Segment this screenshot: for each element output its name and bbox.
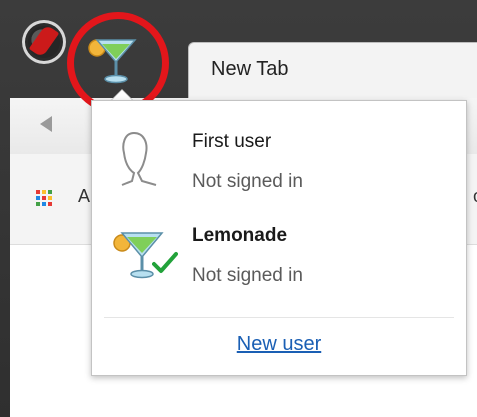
user-name: Lemonade [192, 225, 288, 246]
profile-switcher-popup: First user Not signed in Lemonade Not si… [91, 100, 467, 376]
apps-bookmark-label[interactable]: A [78, 186, 90, 207]
new-user-link[interactable]: New user [92, 333, 466, 356]
user-status: Not signed in [192, 171, 303, 192]
apps-grid-icon[interactable] [36, 190, 52, 206]
browser-logo-icon[interactable] [22, 20, 66, 64]
user-row-first-user[interactable]: First user Not signed in [92, 115, 466, 205]
person-silhouette-icon [121, 132, 157, 186]
checkmark-icon [152, 252, 178, 273]
user-status: Not signed in [192, 265, 303, 286]
tab-new-tab[interactable]: New Tab [188, 42, 477, 99]
popup-pointer [111, 89, 133, 100]
user-row-lemonade[interactable]: Lemonade Not signed in [92, 213, 466, 303]
back-arrow-icon[interactable] [40, 116, 52, 132]
tab-title: New Tab [211, 58, 289, 80]
menu-divider [104, 317, 454, 318]
user-name: First user [192, 131, 272, 152]
bookmark-label-partial[interactable]: o [473, 186, 477, 207]
